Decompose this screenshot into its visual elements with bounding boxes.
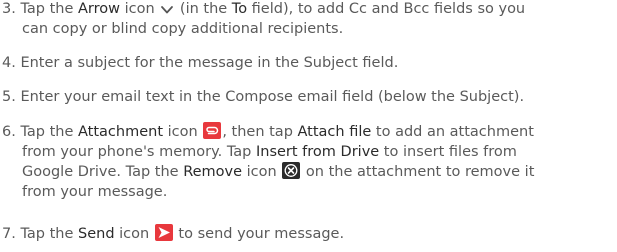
step-text: field), to add Cc and Bcc fields so you [247,1,526,17]
send-icon [154,224,173,241]
step-text: , then tap [222,124,298,140]
step-number: 3. [2,1,16,17]
step-number: 4. [2,55,16,71]
chevron-down-icon [160,4,174,16]
step-text: Enter a subject for the message in the S… [20,55,399,71]
step-text: on the attachment to remove it [301,164,535,180]
step-6-line-3: Google Drive. Tap the Remove icon on the… [2,162,614,183]
step-3-line-2: can copy or blind copy additional recipi… [22,20,344,37]
step-6-line-1: 6. Tap the Attachment icon , then tap At… [2,122,614,143]
remove-x-icon [282,162,301,179]
to-term: To [231,1,248,17]
attach-file-term: Attach file [297,124,372,140]
step-6-line-2: from your phone's memory. Tap Insert fro… [2,143,614,163]
step-6: 6. Tap the Attachment icon , then tap At… [2,122,614,202]
send-term: Send [78,226,115,242]
step-5-line-1: 5. Enter your email text in the Compose … [2,88,614,108]
step-3-line-1: 3. Tap the Arrow icon (in the To field),… [2,0,614,20]
step-6-line-4: from your message. [22,183,168,200]
step-text: icon [242,164,282,180]
insert-from-drive-term: Insert from Drive [255,143,380,160]
step-7: 7. Tap the Send icon to send your messag… [2,224,614,245]
step-text: Tap the [20,124,79,140]
step-text: icon [163,124,203,140]
step-text: Tap the [20,1,79,17]
step-text: Google Drive. Tap the [22,164,184,180]
step-5: 5. Enter your email text in the Compose … [2,88,614,108]
paperclip-icon [203,122,222,139]
step-number: 6. [2,124,16,140]
remove-term: Remove [183,164,243,180]
step-number: 7. [2,226,16,242]
step-text: icon [120,1,160,17]
step-text: (in the [175,1,232,17]
step-4: 4. Enter a subject for the message in th… [2,54,614,74]
step-text: Tap the [20,226,79,242]
step-text: from your phone's memory. Tap [22,143,256,160]
step-text: to add an attachment [371,124,534,140]
step-text: to insert files from [379,143,517,160]
step-7-line-1: 7. Tap the Send icon to send your messag… [2,224,614,245]
step-text: Enter your email text in the Compose ema… [20,89,525,105]
step-text: icon [114,226,154,242]
attachment-term: Attachment [78,124,164,140]
step-3: 3. Tap the Arrow icon (in the To field),… [2,0,614,39]
step-number: 5. [2,89,16,105]
arrow-term: Arrow [78,1,121,17]
step-4-line-1: 4. Enter a subject for the message in th… [2,54,614,74]
step-text: to send your message. [173,226,345,242]
